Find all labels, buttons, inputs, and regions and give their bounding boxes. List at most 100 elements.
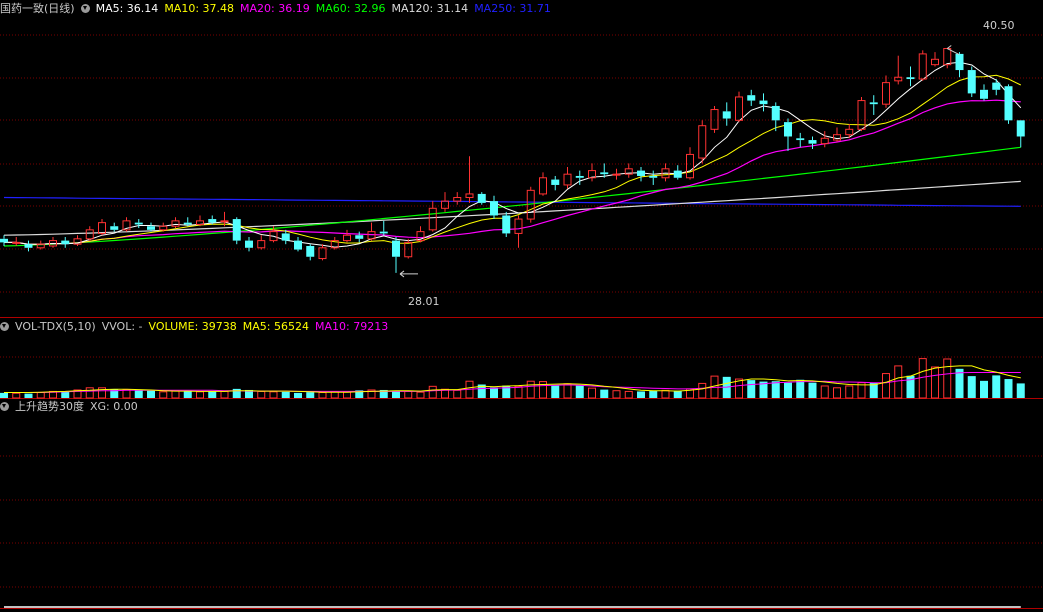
volume-label: VOLUME: 39738 <box>148 320 237 333</box>
volume-bar-down <box>771 381 780 398</box>
candle-body-down <box>673 170 682 178</box>
volume-bar-down <box>992 375 1001 398</box>
volume-bar-up <box>588 387 596 399</box>
volume-bar-down <box>649 390 658 398</box>
volume-bar-up <box>845 385 854 399</box>
volume-bar-up <box>343 391 351 399</box>
candle-body-down <box>61 240 70 245</box>
volume-bar-down <box>796 379 805 398</box>
volume-bar-up <box>220 390 229 399</box>
candle-body-up <box>159 225 168 231</box>
candle-body-down <box>600 172 609 175</box>
volume-bar-up <box>36 392 45 399</box>
volume-bar-up <box>159 391 168 399</box>
volume-bar-down <box>980 380 988 398</box>
volume-bar-up <box>122 389 131 399</box>
volume-bar-up <box>330 391 339 399</box>
volume-bar-down <box>747 380 756 398</box>
candle-body-down <box>551 179 560 185</box>
ma5-label: MA5: 36.14 <box>95 2 159 15</box>
volume-bar-up <box>563 383 572 399</box>
volume-bar-up <box>943 358 952 399</box>
candle-body-down <box>245 240 253 248</box>
volume-bar-up <box>85 387 94 399</box>
volume-bar-down <box>1016 383 1025 398</box>
volume-bar-up <box>882 373 890 399</box>
candle-body-down <box>379 231 388 234</box>
panel-menu-icon[interactable] <box>0 322 9 331</box>
volume-bar-down <box>1004 379 1013 398</box>
panel-menu-icon[interactable] <box>0 402 9 411</box>
volume-bar-up <box>269 391 278 399</box>
price-panel-header: 国药一致(日线) MA5: 36.14 MA10: 37.48 MA20: 36.19… <box>0 1 557 17</box>
volume-bar-up <box>12 392 21 399</box>
volume-bar-up <box>257 390 266 399</box>
panel-menu-icon[interactable] <box>80 4 90 13</box>
volume-bar-down <box>134 390 143 398</box>
candle-body-down <box>637 170 645 176</box>
volume-ma10-line <box>4 372 1021 393</box>
candle-body-up <box>845 128 854 136</box>
candle-body-up <box>98 222 106 234</box>
ma120-line <box>3 180 1021 236</box>
candle-body-down <box>992 82 1001 90</box>
stock-chart[interactable] <box>0 0 1043 612</box>
candle-body-down <box>502 215 511 234</box>
candle-body-down <box>208 219 217 223</box>
candle-body-up <box>735 96 743 121</box>
volume-bar-up <box>453 389 462 399</box>
volume-bar-up <box>514 385 523 399</box>
volume-bar-up <box>428 385 437 399</box>
vol-ma10-label: MA10: 79213 <box>315 320 389 333</box>
candle-body-up <box>453 197 462 202</box>
candle-body-up <box>710 109 719 130</box>
volume-bar-down <box>147 390 155 398</box>
candle-body-down <box>24 244 33 248</box>
candle-body-up <box>563 173 572 186</box>
volume-bar-up <box>698 382 707 399</box>
volume-bar-up <box>918 358 927 399</box>
candle-body-up <box>539 177 547 195</box>
candle-body-down <box>110 226 119 230</box>
volume-bar-down <box>0 392 8 398</box>
volume-bar-up <box>526 380 535 399</box>
xg-label: XG: 0.00 <box>90 400 138 413</box>
low-price-label: 28.01 <box>408 295 440 308</box>
candle-body-down <box>747 95 756 101</box>
high-price-label: 40.50 <box>983 19 1015 32</box>
candle-body-up <box>465 193 474 199</box>
volume-ma5-line <box>4 365 1021 393</box>
low-arrow <box>399 270 418 278</box>
ma60-label: MA60: 32.96 <box>315 2 386 15</box>
candle-body-up <box>514 218 523 234</box>
candle-body-down <box>134 222 143 225</box>
volume-indicator-title: VOL-TDX(5,10) <box>15 320 96 333</box>
candle-body-down <box>796 138 805 141</box>
candle-body-up <box>931 58 939 66</box>
candle-body-down <box>784 122 792 137</box>
ma20-label: MA20: 36.19 <box>240 2 310 15</box>
volume-bar-up <box>404 390 413 399</box>
candle-body-down <box>490 201 498 216</box>
candle-body-down <box>967 70 976 94</box>
ma10-line <box>4 74 1022 245</box>
volume-bar-down <box>183 391 192 398</box>
high-arrow <box>946 45 960 55</box>
volume-bar-down <box>208 391 217 398</box>
volume-bar-up <box>171 390 180 399</box>
volume-bar-down <box>784 382 792 398</box>
candle-body-down <box>771 105 780 121</box>
candle-body-up <box>882 82 890 105</box>
volume-bar-down <box>551 385 560 398</box>
volume-bar-down <box>967 376 976 398</box>
candle-body-down <box>281 233 290 241</box>
volume-bar-up <box>820 385 829 399</box>
indicator-title: 上升趋势30度 <box>15 400 84 413</box>
candle-body-up <box>943 48 952 66</box>
candle-body-up <box>343 234 351 242</box>
candle-body-up <box>85 229 94 240</box>
ma5-line <box>4 61 1022 248</box>
volume-bar-up <box>318 392 327 399</box>
candle-body-up <box>833 134 841 141</box>
volume-bar-down <box>306 392 315 398</box>
